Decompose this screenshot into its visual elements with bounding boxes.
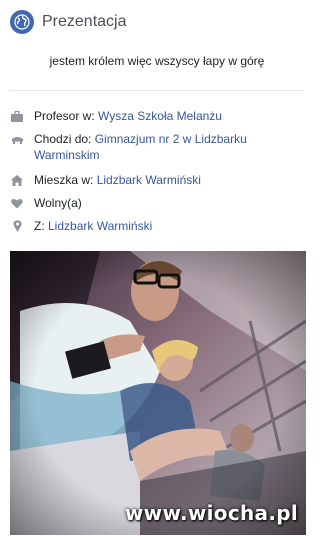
home-label: Mieszka w: bbox=[34, 173, 97, 187]
home-link[interactable]: Lidzbark Warmiński bbox=[97, 173, 201, 187]
home-icon bbox=[10, 172, 24, 188]
home-row: Mieszka w: Lidzbark Warmiński bbox=[10, 172, 306, 188]
hometown-label: Z: bbox=[34, 219, 48, 233]
hometown-link[interactable]: Lidzbark Warmiński bbox=[48, 219, 152, 233]
watermark-text: www.wiocha.pl bbox=[124, 501, 298, 525]
section-header: Prezentacja bbox=[10, 9, 127, 35]
work-row: Profesor w: Wysza Szkoła Melanżu bbox=[10, 108, 306, 124]
work-label: Profesor w: bbox=[34, 109, 99, 123]
briefcase-icon bbox=[10, 108, 24, 124]
relationship-row: Wolny(a) bbox=[10, 195, 306, 211]
globe-icon bbox=[10, 10, 34, 34]
school-label: Chodzi do: bbox=[34, 132, 95, 146]
bio-text: jestem królem więc wszyscy łapy w górę bbox=[49, 54, 265, 68]
graduation-cap-icon bbox=[10, 131, 24, 147]
school-row: Chodzi do: Gimnazjum nr 2 w Lidzbarku Wa… bbox=[10, 131, 306, 163]
heart-icon bbox=[10, 195, 24, 211]
work-link[interactable]: Wysza Szkoła Melanżu bbox=[98, 109, 222, 123]
featured-photo[interactable]: www.wiocha.pl bbox=[10, 251, 306, 535]
photo-image bbox=[10, 251, 306, 535]
location-pin-icon bbox=[10, 218, 24, 234]
divider bbox=[10, 90, 304, 91]
hometown-row: Z: Lidzbark Warmiński bbox=[10, 218, 306, 234]
section-title: Prezentacja bbox=[42, 13, 127, 30]
relationship-status: Wolny(a) bbox=[34, 196, 82, 210]
